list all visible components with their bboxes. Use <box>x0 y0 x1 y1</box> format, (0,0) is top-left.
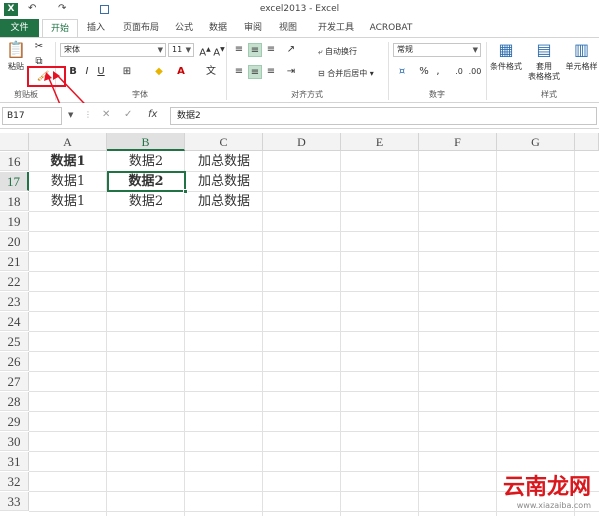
grid-row-line <box>29 271 599 272</box>
cancel-icon[interactable]: ✕ <box>102 109 110 120</box>
arrowhead-icon <box>53 71 60 80</box>
row-header[interactable]: 33 <box>0 492 29 511</box>
column-header-c[interactable]: C <box>185 133 263 151</box>
grid-row-line <box>29 251 599 252</box>
row-header[interactable]: 29 <box>0 412 29 431</box>
row-header[interactable]: 27 <box>0 372 29 391</box>
row-header[interactable]: 21 <box>0 252 29 271</box>
cell-a18[interactable]: 数据1 <box>29 192 107 211</box>
spreadsheet-grid[interactable]: A B C D E F G 16 17 18 19 20 21 22 23 24 25 26 27 28… <box>0 133 599 516</box>
column-header-a[interactable]: A <box>29 133 107 151</box>
grid-row-line <box>29 291 599 292</box>
namebox-dropdown-icon[interactable]: ▼ <box>68 111 73 119</box>
column-header-d[interactable]: D <box>263 133 341 151</box>
cell-b16[interactable]: 数据2 <box>107 152 185 171</box>
grid-row-line <box>29 351 599 352</box>
row-header[interactable]: 16 <box>0 152 29 171</box>
watermark-text: 云南龙网 <box>502 475 591 500</box>
column-header-f[interactable]: F <box>419 133 497 151</box>
grid-row-line <box>29 331 599 332</box>
row-header[interactable]: 19 <box>0 212 29 231</box>
grid-column-line <box>340 151 341 516</box>
cell-b18[interactable]: 数据2 <box>107 192 185 211</box>
grid-row-line <box>29 231 599 232</box>
row-header[interactable]: 25 <box>0 332 29 351</box>
watermark: 云南龙网 www.xiazaiba.com <box>503 469 591 510</box>
column-header-g[interactable]: G <box>497 133 575 151</box>
cell-c17[interactable]: 加总数据 <box>185 172 263 191</box>
grid-row-line <box>29 211 599 212</box>
row-header[interactable]: 23 <box>0 292 29 311</box>
row-header[interactable]: 24 <box>0 312 29 331</box>
grid-column-line <box>418 151 419 516</box>
row-header[interactable]: 22 <box>0 272 29 291</box>
watermark-sub: www.xiazaiba.com <box>516 501 591 510</box>
row-header[interactable]: 28 <box>0 392 29 411</box>
grid-row-line <box>29 391 599 392</box>
formula-grip-icon: ⋮ <box>84 110 92 119</box>
name-box[interactable]: B17 <box>2 107 62 125</box>
cell-c18[interactable]: 加总数据 <box>185 192 263 211</box>
row-header[interactable]: 26 <box>0 352 29 371</box>
grid-column-line <box>496 151 497 516</box>
row-header[interactable]: 32 <box>0 472 29 491</box>
active-cell-border <box>107 171 186 192</box>
formula-input[interactable]: 数据2 <box>170 107 597 125</box>
grid-row-line <box>29 511 599 512</box>
select-all-corner[interactable] <box>0 133 29 151</box>
row-header[interactable]: 18 <box>0 192 29 211</box>
row-header[interactable]: 17 <box>0 172 29 191</box>
row-header[interactable]: 20 <box>0 232 29 251</box>
column-header-e[interactable]: E <box>341 133 419 151</box>
grid-column-line <box>574 151 575 516</box>
column-header-b[interactable]: B <box>107 133 185 151</box>
row-header[interactable]: 30 <box>0 432 29 451</box>
row-header[interactable]: 31 <box>0 452 29 471</box>
insert-function-icon[interactable]: fx <box>148 109 157 120</box>
enter-icon[interactable]: ✓ <box>124 109 132 120</box>
fill-handle[interactable] <box>183 189 188 194</box>
cell-a17[interactable]: 数据1 <box>29 172 107 191</box>
grid-row-line <box>29 311 599 312</box>
arrowhead-icon <box>44 72 52 81</box>
grid-row-line <box>29 431 599 432</box>
formula-bar: B17 ▼ ⋮ ✕ ✓ fx 数据2 <box>0 103 599 129</box>
column-header-h[interactable] <box>575 133 599 151</box>
grid-row-line <box>29 411 599 412</box>
grid-row-line <box>29 451 599 452</box>
grid-row-line <box>29 371 599 372</box>
cell-a16[interactable]: 数据1 <box>29 152 107 171</box>
cell-c16[interactable]: 加总数据 <box>185 152 263 171</box>
